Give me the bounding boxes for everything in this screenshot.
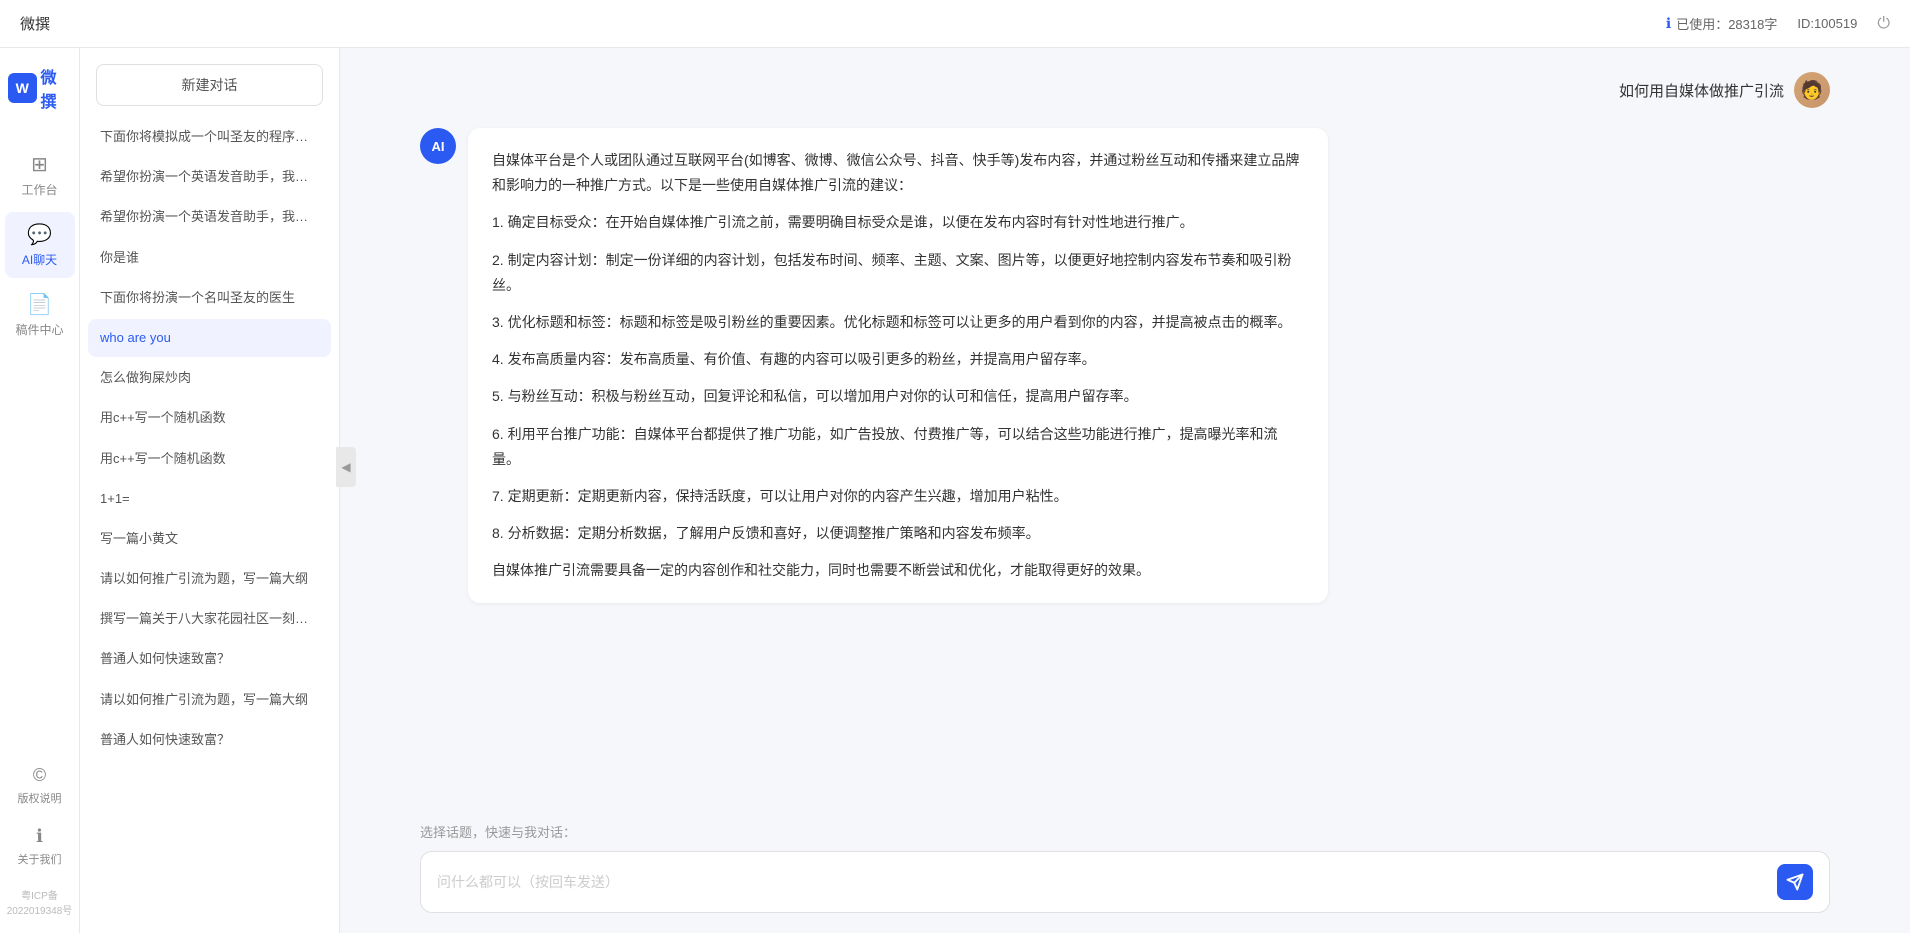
ai-paragraph: 1. 确定目标受众：在开始自媒体推广引流之前，需要明确目标受众是谁，以便在发布内… (492, 210, 1304, 235)
logo-area: W 微撰 (0, 64, 79, 112)
workspace-icon: ⊞ (31, 152, 48, 177)
history-item[interactable]: 怎么做狗屎炒肉 (88, 359, 331, 397)
sidebar-item-ai-chat[interactable]: 💬 AI聊天 (5, 212, 75, 278)
copyright-label: 版权说明 (18, 790, 62, 806)
ai-chat-label: AI聊天 (22, 251, 57, 268)
sidebar-item-mailbox[interactable]: 📄 稿件中心 (5, 282, 75, 348)
nav-bottom: © 版权说明 ℹ 关于我们 粤ICP备2022019348号 (0, 757, 79, 917)
main-layout: W 微撰 ⊞ 工作台 💬 AI聊天 📄 稿件中心 © 版权说明 ℹ 关于我们 粤… (0, 48, 1910, 933)
user-question-text: 如何用自媒体做推广引流 (1619, 80, 1784, 101)
input-box (420, 851, 1830, 913)
quick-topics-label: 选择话题，快速与我对话： (420, 822, 1830, 841)
logo-text: 微撰 (41, 64, 71, 112)
ai-paragraph: 6. 利用平台推广功能：自媒体平台都提供了推广功能，如广告投放、付费推广等，可以… (492, 422, 1304, 472)
history-item[interactable]: 下面你将扮演一个名叫圣友的医生 (88, 279, 331, 317)
mailbox-icon: 📄 (27, 292, 52, 317)
ai-paragraph: 3. 优化标题和标签：标题和标签是吸引粉丝的重要因素。优化标题和标签可以让更多的… (492, 310, 1304, 335)
ai-paragraph: 5. 与粉丝互动：积极与粉丝互动，回复评论和私信，可以增加用户对你的认可和信任，… (492, 384, 1304, 409)
history-item[interactable]: 你是谁 (88, 239, 331, 277)
user-avatar: 🧑 (1794, 72, 1830, 108)
sidebar-item-copyright[interactable]: © 版权说明 (5, 757, 75, 814)
history-item[interactable]: 请以如何推广引流为题，写一篇大纲 (88, 560, 331, 598)
sidebar-item-about[interactable]: ℹ 关于我们 (5, 818, 75, 875)
power-icon[interactable]: ⏻ (1877, 15, 1890, 33)
new-chat-button[interactable]: 新建对话 (96, 64, 323, 106)
ai-paragraph: 自媒体推广引流需要具备一定的内容创作和社交能力，同时也需要不断尝试和优化，才能取… (492, 558, 1304, 583)
send-icon (1786, 873, 1804, 891)
about-label: 关于我们 (18, 851, 62, 867)
usage-text: 已使用：28318字 (1676, 14, 1777, 33)
user-message-row: 如何用自媒体做推广引流 🧑 (420, 72, 1830, 108)
icp-text: 粤ICP备2022019348号 (0, 887, 79, 917)
user-question: 如何用自媒体做推广引流 🧑 (1619, 72, 1830, 108)
history-item[interactable]: 普通人如何快速致富？ (88, 640, 331, 678)
ai-avatar: AI (420, 128, 456, 164)
copyright-icon: © (33, 765, 46, 786)
topbar: 微撰 ℹ 已使用：28318字 ID:100519 ⏻ (0, 0, 1910, 48)
history-item[interactable]: 用c++写一个随机函数 (88, 440, 331, 478)
ai-chat-icon: 💬 (27, 222, 52, 247)
ai-paragraph: 8. 分析数据：定期分析数据，了解用户反馈和喜好，以便调整推广策略和内容发布频率… (492, 521, 1304, 546)
history-item[interactable]: 希望你扮演一个英语发音助手，我提供给你... (88, 158, 331, 196)
ai-paragraph: 2. 制定内容计划：制定一份详细的内容计划，包括发布时间、频率、主题、文案、图片… (492, 248, 1304, 298)
ai-paragraph: 7. 定期更新：定期更新内容，保持活跃度，可以让用户对你的内容产生兴趣，增加用户… (492, 484, 1304, 509)
usage-icon: ℹ (1666, 15, 1671, 32)
send-button[interactable] (1777, 864, 1813, 900)
id-info: ID:100519 (1797, 16, 1857, 31)
logo-w-icon: W (8, 73, 37, 103)
topbar-title: 微撰 (20, 13, 1666, 34)
ai-paragraph: 自媒体平台是个人或团队通过互联网平台(如博客、微博、微信公众号、抖音、快手等)发… (492, 148, 1304, 198)
chat-area: 如何用自媒体做推广引流 🧑 AI 自媒体平台是个人或团队通过互联网平台(如博客、… (340, 48, 1910, 933)
history-item[interactable]: who are you (88, 319, 331, 357)
chat-messages: 如何用自媒体做推广引流 🧑 AI 自媒体平台是个人或团队通过互联网平台(如博客、… (340, 48, 1910, 810)
ai-message-row: AI 自媒体平台是个人或团队通过互联网平台(如博客、微博、微信公众号、抖音、快手… (420, 128, 1830, 603)
about-icon: ℹ (36, 826, 43, 847)
history-item[interactable]: 写一篇小黄文 (88, 520, 331, 558)
workspace-label: 工作台 (21, 181, 57, 198)
history-item[interactable]: 请以如何推广引流为题，写一篇大纲 (88, 681, 331, 719)
history-list: 下面你将模拟成一个叫圣友的程序员，我说...希望你扮演一个英语发音助手，我提供给… (80, 118, 339, 933)
collapse-sidebar-button[interactable]: ◀ (336, 447, 356, 487)
left-nav: W 微撰 ⊞ 工作台 💬 AI聊天 📄 稿件中心 © 版权说明 ℹ 关于我们 粤… (0, 48, 80, 933)
history-sidebar: 新建对话 下面你将模拟成一个叫圣友的程序员，我说...希望你扮演一个英语发音助手… (80, 48, 340, 933)
chat-bottom: 选择话题，快速与我对话： (340, 810, 1910, 933)
history-item[interactable]: 用c++写一个随机函数 (88, 399, 331, 437)
chat-input[interactable] (437, 870, 1767, 894)
sidebar-item-workspace[interactable]: ⊞ 工作台 (5, 142, 75, 208)
mailbox-label: 稿件中心 (15, 321, 63, 338)
history-item[interactable]: 希望你扮演一个英语发音助手，我提供给你... (88, 198, 331, 236)
ai-paragraph: 4. 发布高质量内容：发布高质量、有价值、有趣的内容可以吸引更多的粉丝，并提高用… (492, 347, 1304, 372)
history-item[interactable]: 下面你将模拟成一个叫圣友的程序员，我说... (88, 118, 331, 156)
usage-info: ℹ 已使用：28318字 (1666, 14, 1777, 33)
history-item[interactable]: 撰写一篇关于八大家花园社区一刻钟便民生... (88, 600, 331, 638)
history-item[interactable]: 1+1= (88, 480, 331, 518)
history-item[interactable]: 普通人如何快速致富？ (88, 721, 331, 759)
topbar-right: ℹ 已使用：28318字 ID:100519 ⏻ (1666, 14, 1890, 33)
ai-bubble: 自媒体平台是个人或团队通过互联网平台(如博客、微博、微信公众号、抖音、快手等)发… (468, 128, 1328, 603)
